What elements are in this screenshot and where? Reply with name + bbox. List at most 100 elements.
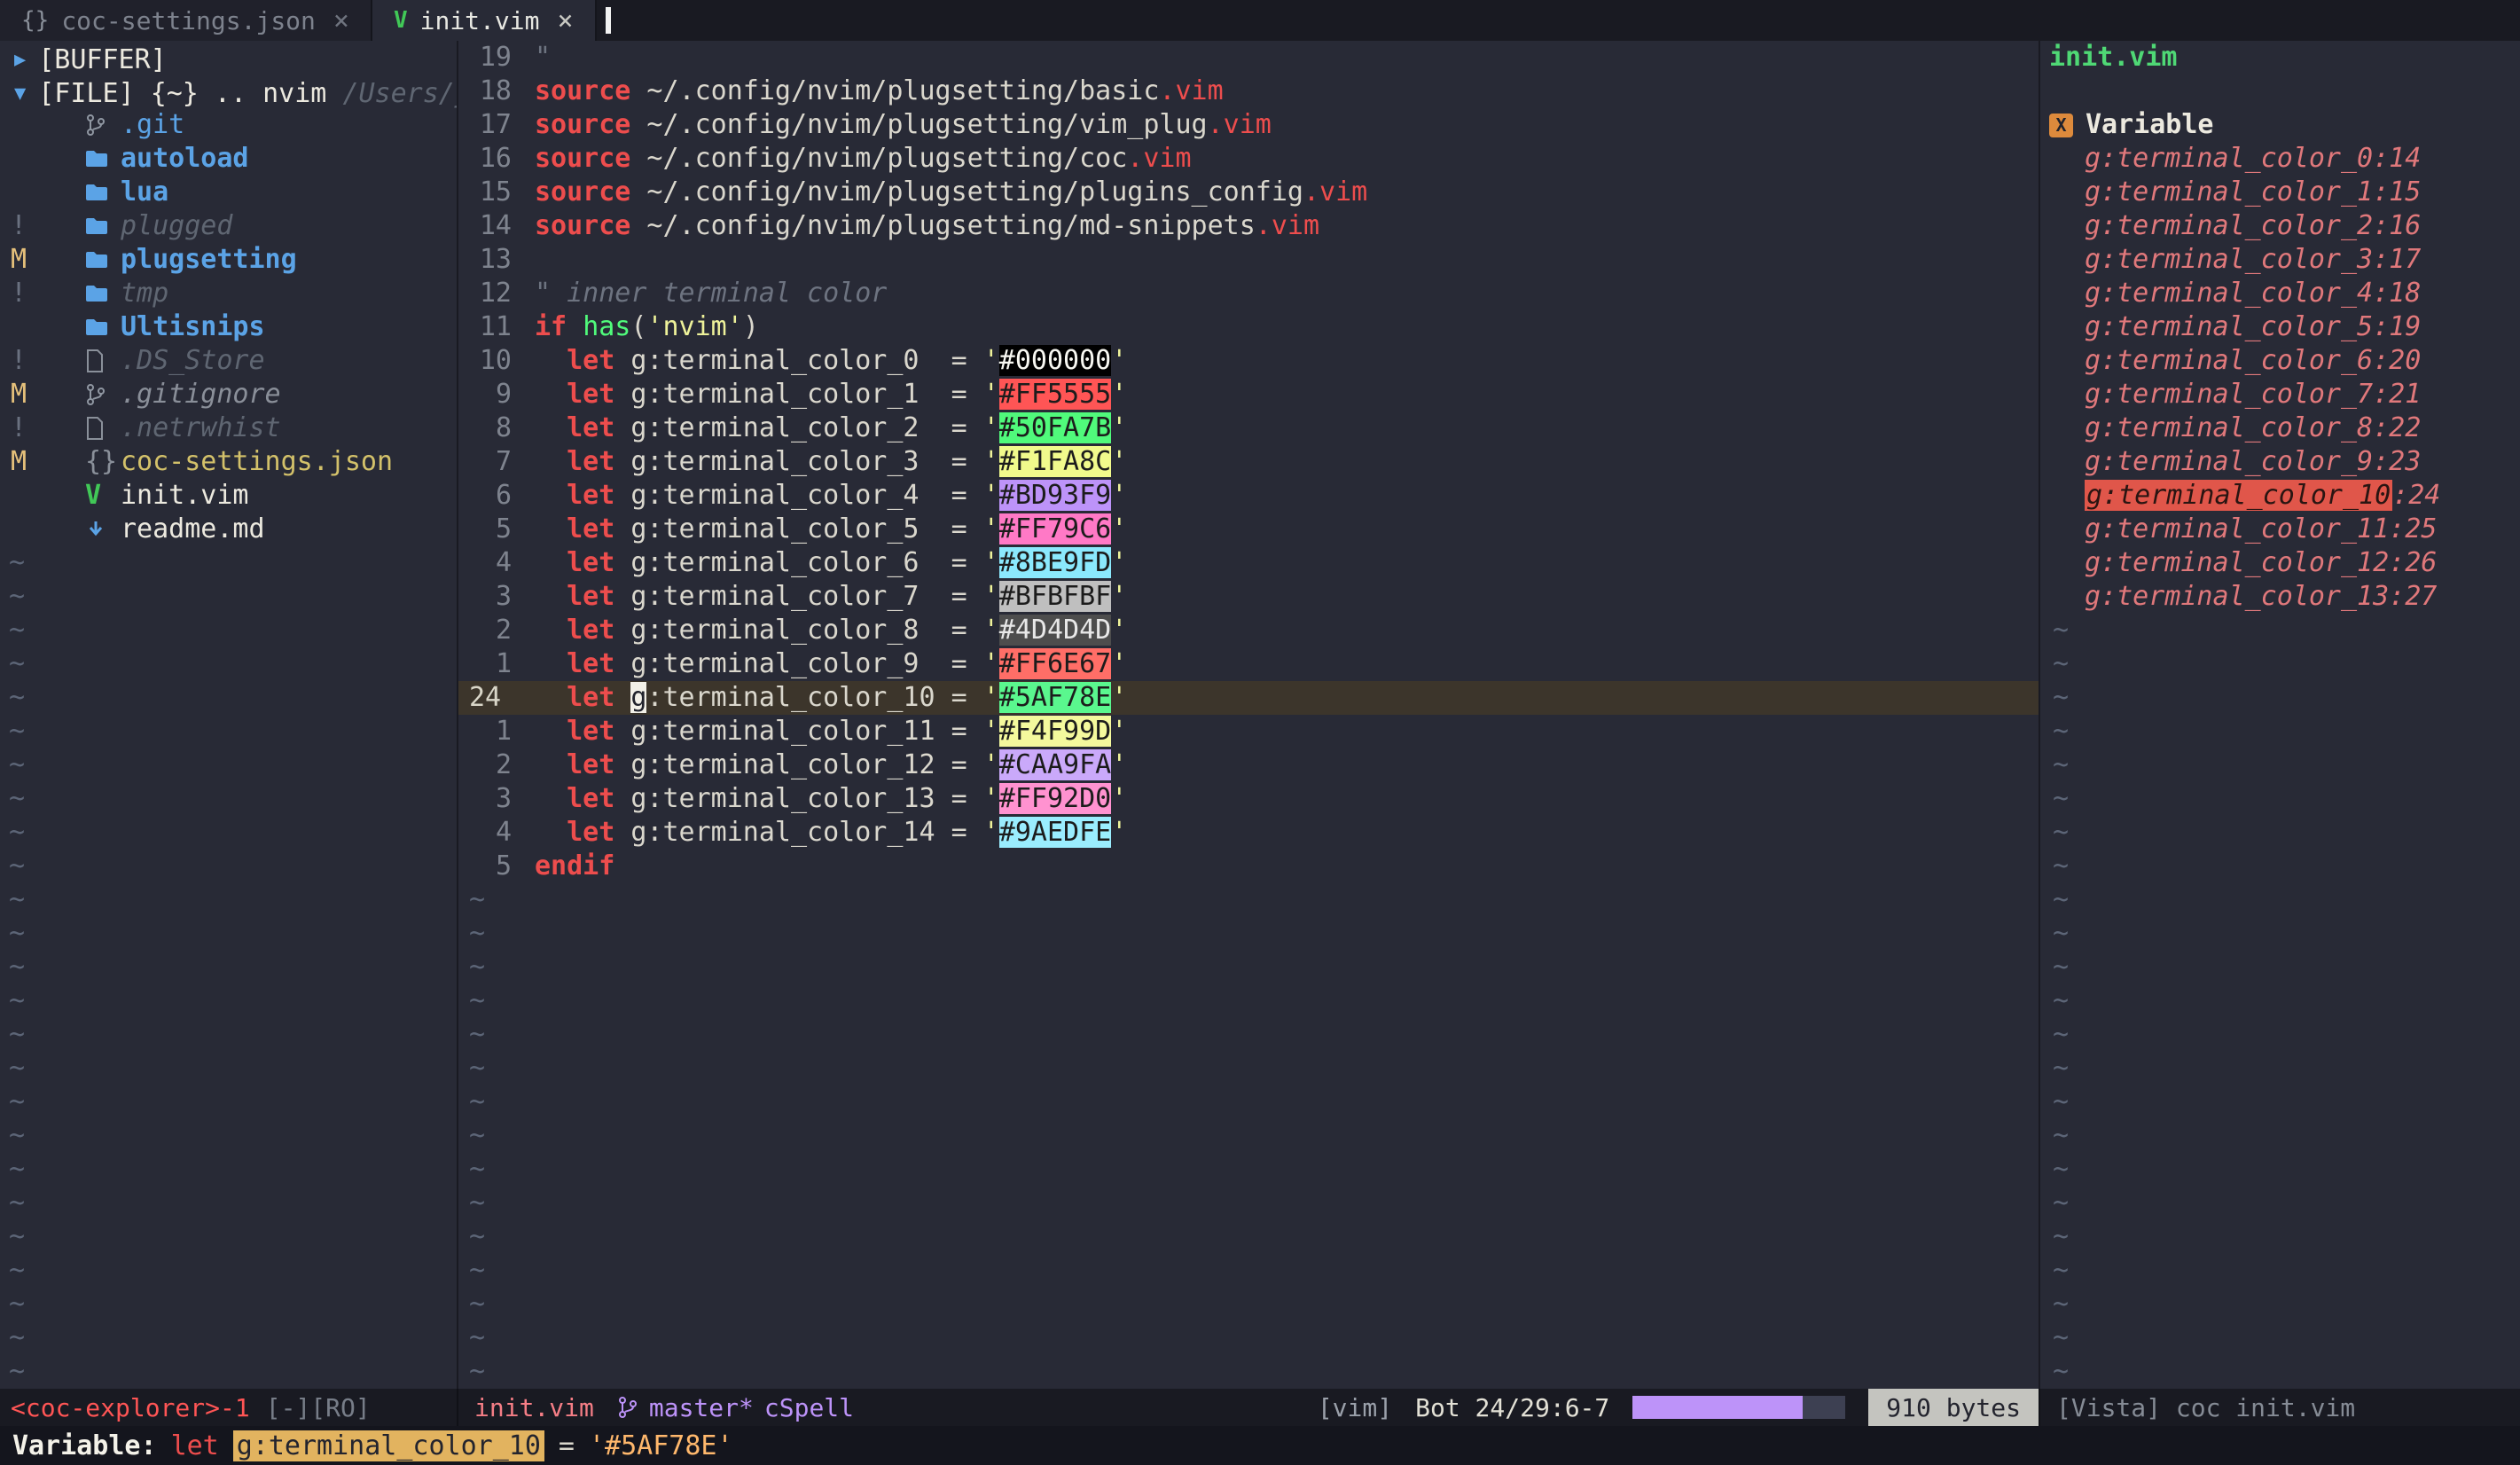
explorer-row-content: .netrwhist [0, 411, 281, 445]
chevron-right-icon[interactable]: ▶ [14, 43, 26, 77]
explorer-row[interactable]: !.DS_Store [0, 344, 457, 378]
branch-name: master* [649, 1393, 754, 1422]
file-icon [85, 417, 121, 440]
explorer-row[interactable]: M.gitignore [0, 378, 457, 411]
empty-line-tilde: ~ [458, 1254, 2039, 1288]
explorer-pane[interactable]: ▶[BUFFER]▼[FILE] {~} .. nvim /Users/y.gi… [0, 41, 458, 1389]
explorer-row[interactable]: ▼[FILE] {~} .. nvim /Users/y [0, 74, 457, 108]
code-segment: " inner terminal color [535, 278, 887, 309]
editor-line[interactable]: 10 let g:terminal_color_0 = '#000000' [458, 344, 2039, 378]
close-icon[interactable]: × [333, 5, 349, 36]
editor-line[interactable]: 15source ~/.config/nvim/plugsetting/plug… [458, 176, 2039, 209]
editor-line[interactable]: 16source ~/.config/nvim/plugsetting/coc.… [458, 142, 2039, 176]
explorer-row-content: .DS_Store [0, 344, 265, 378]
code-segment: ' [983, 817, 999, 848]
editor-line[interactable]: 11if has('nvim') [458, 310, 2039, 344]
cmdline-equals: = [559, 1430, 575, 1461]
vista-item[interactable]: g:terminal_color_13:27 [2040, 580, 2520, 614]
editor-line[interactable]: 2 let g:terminal_color_12 = '#CAA9FA' [458, 748, 2039, 782]
vista-item[interactable]: g:terminal_color_4:18 [2040, 277, 2520, 310]
empty-line-tilde: ~ [458, 1052, 2039, 1085]
empty-line-tilde: ~ [2040, 748, 2520, 782]
vista-item[interactable]: g:terminal_color_10:24 [2040, 479, 2520, 513]
empty-line-tilde: ~ [0, 681, 457, 715]
editor-line[interactable]: 19" [458, 41, 2039, 74]
color-swatch: #50FA7B [999, 412, 1111, 443]
cmdline[interactable]: Variable: let g:terminal_color_10 = '#5A… [0, 1426, 2520, 1465]
scroll-progress-bar [1632, 1396, 1845, 1419]
editor-line[interactable]: 4 let g:terminal_color_14 = '#9AEDFE' [458, 816, 2039, 850]
code-segment: ' [983, 783, 999, 814]
vista-item[interactable]: g:terminal_color_9:23 [2040, 445, 2520, 479]
git-status-marker: ! [11, 209, 27, 243]
explorer-row[interactable]: M{}coc-settings.json [0, 445, 457, 479]
color-swatch: #FF92D0 [999, 783, 1111, 814]
editor-line[interactable]: 3 let g:terminal_color_13 = '#FF92D0' [458, 782, 2039, 816]
editor-line[interactable]: 1 let g:terminal_color_11 = '#F4F99D' [458, 715, 2039, 748]
explorer-row[interactable]: !.netrwhist [0, 411, 457, 445]
tab-init-vim[interactable]: Vinit.vim× [372, 0, 597, 41]
vista-item[interactable]: g:terminal_color_2:16 [2040, 209, 2520, 243]
close-icon[interactable]: × [557, 5, 573, 36]
vista-item[interactable]: g:terminal_color_1:15 [2040, 176, 2520, 209]
empty-line-tilde: ~ [0, 1085, 457, 1119]
explorer-row[interactable]: Ultisnips [0, 310, 457, 344]
editor-line[interactable]: 2 let g:terminal_color_8 = '#4D4D4D' [458, 614, 2039, 647]
editor-line[interactable]: 14source ~/.config/nvim/plugsetting/md-s… [458, 209, 2039, 243]
vista-item[interactable]: g:terminal_color_5:19 [2040, 310, 2520, 344]
explorer-row[interactable]: .git [0, 108, 457, 142]
explorer-row[interactable]: Mplugsetting [0, 243, 457, 277]
vista-item[interactable]: g:terminal_color_3:17 [2040, 243, 2520, 277]
editor-line[interactable]: 4 let g:terminal_color_6 = '#8BE9FD' [458, 546, 2039, 580]
vista-item[interactable]: g:terminal_color_0:14 [2040, 142, 2520, 176]
editor-line-current[interactable]: 24 let g:terminal_color_10 = '#5AF78E' [458, 681, 2039, 715]
vista-item[interactable]: g:terminal_color_12:26 [2040, 546, 2520, 580]
editor-line[interactable]: 13 [458, 243, 2039, 277]
editor-line[interactable]: 17source ~/.config/nvim/plugsetting/vim_… [458, 108, 2039, 142]
vista-item[interactable]: g:terminal_color_8:22 [2040, 411, 2520, 445]
code-segment: .vim [1303, 176, 1367, 208]
editor-pane[interactable]: 19"18source ~/.config/nvim/plugsetting/b… [458, 41, 2040, 1389]
code-segment: ' [1111, 682, 1127, 713]
code-segment: let [567, 749, 614, 780]
vista-pane[interactable]: init.vim X Variable g:terminal_color_0:1… [2040, 41, 2520, 1389]
editor-line[interactable]: 18source ~/.config/nvim/plugsetting/basi… [458, 74, 2039, 108]
code-segment: has [583, 311, 630, 342]
editor-line[interactable]: 3 let g:terminal_color_7 = '#BFBFBF' [458, 580, 2039, 614]
empty-line-tilde: ~ [458, 1018, 2039, 1052]
empty-line-tilde: ~ [2040, 782, 2520, 816]
editor-line-text: let g:terminal_color_11 = '#F4F99D' [535, 716, 1127, 747]
editor-line[interactable]: 7 let g:terminal_color_3 = '#F1FA8C' [458, 445, 2039, 479]
explorer-row[interactable]: ▶[BUFFER] [0, 41, 457, 74]
explorer-row[interactable]: lua [0, 176, 457, 209]
explorer-row[interactable]: !tmp [0, 277, 457, 310]
code-segment: g:terminal_color_0 = [614, 345, 982, 376]
explorer-row-content: Vinit.vim [0, 479, 249, 513]
editor-line[interactable]: 1 let g:terminal_color_9 = '#FF6E67' [458, 647, 2039, 681]
editor-line[interactable]: 6 let g:terminal_color_4 = '#BD93F9' [458, 479, 2039, 513]
vista-item[interactable]: g:terminal_color_6:20 [2040, 344, 2520, 378]
empty-line-tilde: ~ [0, 647, 457, 681]
explorer-row[interactable]: !plugged [0, 209, 457, 243]
editor-line[interactable]: 8 let g:terminal_color_2 = '#50FA7B' [458, 411, 2039, 445]
line-number: 15 [458, 176, 535, 209]
vista-item[interactable]: g:terminal_color_7:21 [2040, 378, 2520, 411]
explorer-row[interactable]: readme.md [0, 513, 457, 546]
line-number: 7 [458, 445, 535, 479]
editor-line[interactable]: 5endif [458, 850, 2039, 883]
tab-coc-settings-json[interactable]: {}coc-settings.json× [0, 0, 372, 41]
editor-line[interactable]: 9 let g:terminal_color_1 = '#FF5555' [458, 378, 2039, 411]
vista-item[interactable]: g:terminal_color_11:25 [2040, 513, 2520, 546]
color-swatch: #FF79C6 [999, 513, 1111, 544]
color-swatch: #FF6E67 [999, 648, 1111, 679]
editor-line[interactable]: 5 let g:terminal_color_5 = '#FF79C6' [458, 513, 2039, 546]
vista-item-label: g:terminal_color_6 [2085, 345, 2373, 376]
code-segment [535, 581, 567, 612]
editor-line[interactable]: 12" inner terminal color [458, 277, 2039, 310]
explorer-row[interactable]: Vinit.vim [0, 479, 457, 513]
explorer-row[interactable]: autoload [0, 142, 457, 176]
vista-item-label: g:terminal_color_0 [2085, 143, 2373, 174]
vista-item-label: g:terminal_color_11 [2085, 513, 2389, 544]
chevron-down-icon[interactable]: ▼ [14, 77, 26, 111]
line-number: 18 [458, 74, 535, 108]
